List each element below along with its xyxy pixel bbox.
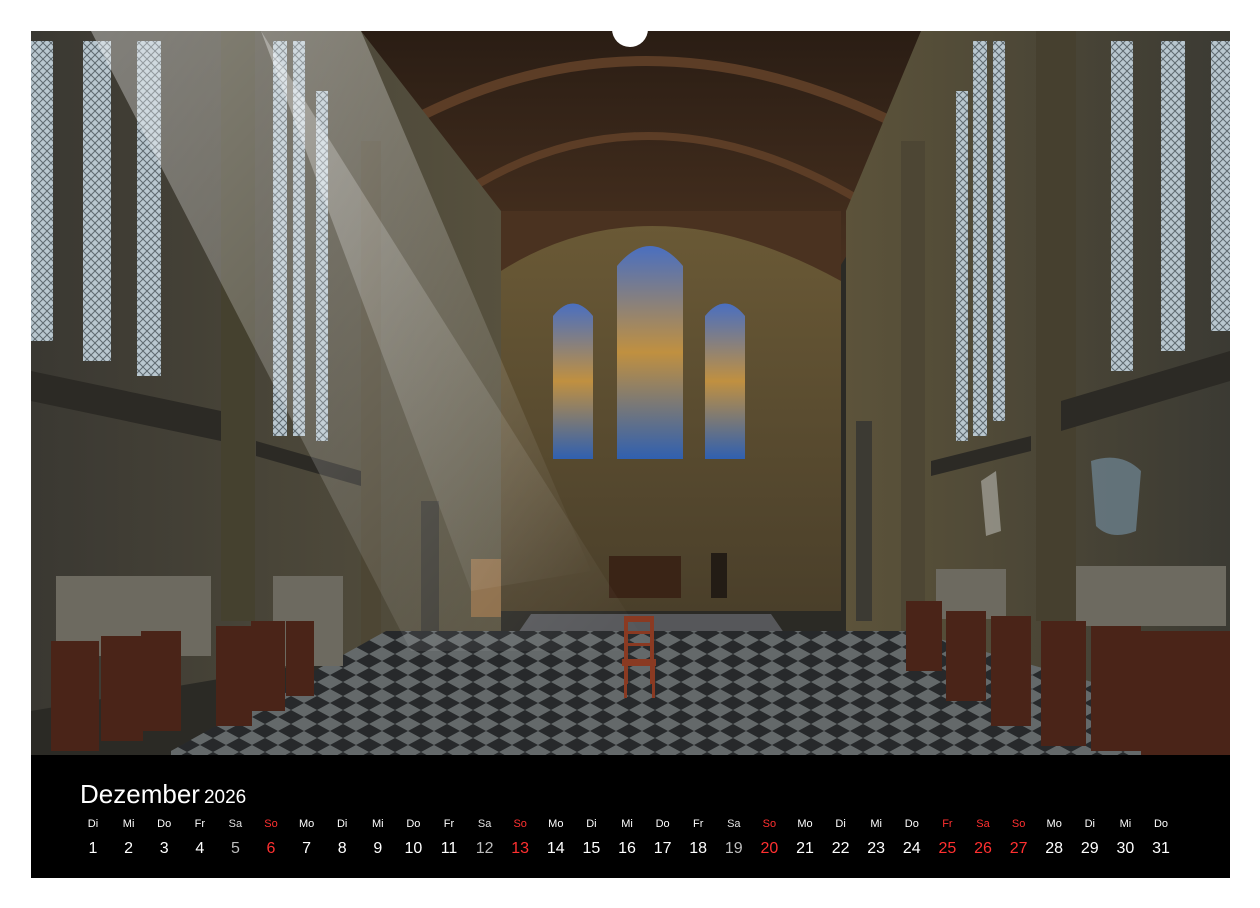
weekday-label: Mo	[797, 818, 813, 830]
weekday-label: Sa	[727, 818, 741, 830]
weekday-label: Fr	[692, 818, 704, 830]
day-number: 12	[475, 840, 494, 857]
day-number: 15	[582, 840, 601, 857]
weekday-label: Do	[406, 818, 421, 830]
weekday-label: Fr	[443, 818, 455, 830]
weekday-label: Mo	[298, 818, 315, 830]
weekday-label: Di	[87, 818, 99, 830]
weekday-label: Di	[586, 818, 597, 830]
day-number: 24	[902, 840, 921, 857]
day-number: 31	[1152, 840, 1170, 857]
day-number: 10	[404, 840, 423, 857]
weekday-label: Sa	[477, 818, 492, 830]
day-number: 26	[974, 840, 992, 857]
weekday-label: So	[513, 818, 527, 830]
weekday-label: Do	[1153, 818, 1169, 830]
day-number: 7	[302, 840, 312, 857]
day-number: 30	[1116, 840, 1135, 857]
weekday-label: Mi	[371, 818, 384, 830]
weekday-label: Mo	[548, 818, 564, 830]
weekday-label: Fr	[194, 818, 205, 830]
weekday-label: Di	[835, 818, 846, 830]
weekday-label: Sa	[228, 818, 243, 830]
weekday-label: Mi	[621, 818, 633, 830]
day-number: 25	[938, 840, 957, 857]
weekday-label: Di	[1084, 818, 1095, 830]
weekday-label: Do	[655, 818, 670, 830]
day-number: 20	[760, 840, 779, 857]
day-number: 11	[440, 840, 458, 857]
church-interior-photo	[31, 31, 1230, 755]
day-number: 6	[266, 840, 276, 857]
day-number: 2	[124, 840, 134, 857]
weekday-label: Mi	[122, 818, 135, 830]
month-title: Dezember 2026	[80, 779, 246, 810]
day-number: 4	[195, 840, 205, 857]
month-name: Dezember	[80, 779, 200, 809]
day-number: 22	[831, 840, 850, 857]
day-number: 13	[511, 840, 530, 857]
weekday-label: Sa	[976, 818, 990, 830]
day-number: 16	[618, 840, 636, 857]
weekday-label: Mo	[1046, 818, 1062, 830]
day-number: 18	[689, 840, 708, 857]
day-number: 28	[1045, 840, 1064, 857]
day-number: 9	[373, 840, 383, 857]
weekday-label: Do	[157, 818, 172, 830]
weekday-label: So	[264, 818, 278, 830]
weekday-label: Mi	[1119, 818, 1132, 830]
weekday-label: So	[1011, 818, 1026, 830]
day-number: 27	[1009, 840, 1028, 857]
weekday-label: Do	[904, 818, 919, 830]
day-number: 8	[337, 840, 347, 857]
day-number: 5	[230, 840, 240, 857]
day-number: 17	[653, 840, 672, 857]
weekday-label: Mi	[870, 818, 882, 830]
day-number: 3	[159, 840, 169, 857]
calendar-page: Dezember 2026 Di 1 Mi 2 Do 3 Fr 4 Sa 5 So 6 Mo 7 Di 8 Mi 9…	[31, 31, 1230, 878]
year-label: 2026	[203, 787, 247, 808]
weekday-label: So	[762, 818, 777, 830]
weekday-label: Fr	[942, 818, 953, 830]
calendar-band: Dezember 2026 Di 1 Mi 2 Do 3 Fr 4 Sa 5 So 6 Mo 7 Di 8 Mi 9…	[31, 755, 1230, 878]
day-number: 23	[867, 840, 886, 857]
day-number: 19	[724, 840, 743, 857]
day-grid: Di 1 Mi 2 Do 3 Fr 4 Sa 5 So 6 Mo 7 Di 8 Mi 9 Do 10 Fr 11 Sa 12 S…	[75, 818, 1199, 868]
day-number: 14	[546, 840, 565, 857]
day-number: 1	[88, 840, 98, 857]
weekday-label: Di	[336, 818, 348, 830]
day-number: 21	[796, 840, 814, 857]
day-number: 29	[1080, 840, 1099, 857]
